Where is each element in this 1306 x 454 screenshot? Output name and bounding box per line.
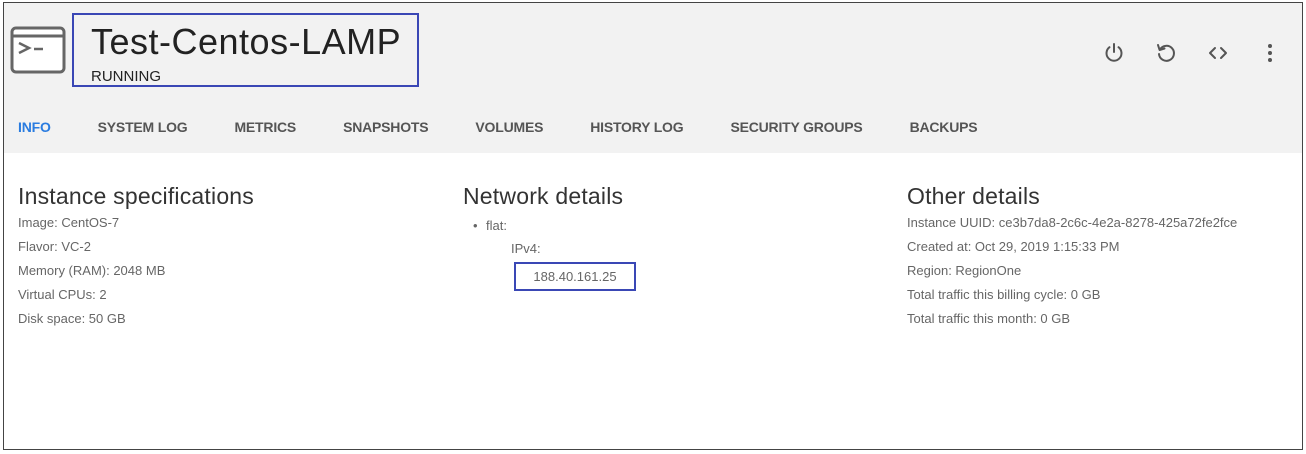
instance-status: RUNNING — [91, 68, 161, 85]
tab-metrics[interactable]: METRICS — [234, 119, 296, 135]
console-button[interactable] — [1204, 39, 1232, 67]
tab-backups[interactable]: BACKUPS — [910, 119, 978, 135]
detail-uuid: Instance UUID: ce3b7da8-2c6c-4e2a-8278-4… — [907, 215, 1238, 230]
detail-created-at: Created at: Oct 29, 2019 1:15:33 PM — [907, 239, 1120, 254]
tab-history-log[interactable]: HISTORY LOG — [590, 119, 683, 135]
code-icon — [1209, 47, 1227, 59]
tab-security-groups[interactable]: SECURITY GROUPS — [730, 119, 862, 135]
list-bullet: • — [473, 218, 478, 233]
power-button[interactable] — [1100, 39, 1128, 67]
instance-tabs: INFO SYSTEM LOG METRICS SNAPSHOTS VOLUME… — [18, 119, 1024, 135]
ip-address: 188.40.161.25 — [533, 269, 617, 284]
instance-panel: Test-Centos-LAMP RUNNING INFO SYSTEM LOG… — [3, 2, 1303, 450]
section-heading: Instance specifications — [18, 183, 255, 209]
spec-flavor: Flavor: VC-2 — [18, 239, 91, 254]
ip-address-highlight: 188.40.161.25 — [514, 262, 636, 291]
instance-name: Test-Centos-LAMP — [91, 21, 402, 62]
detail-region: Region: RegionOne — [907, 263, 1022, 278]
spec-memory: Memory (RAM): 2048 MB — [18, 263, 166, 278]
network-item: • flat: IPv4: 188.40.161.25 — [473, 218, 636, 291]
section-heading: Other details — [907, 183, 1040, 209]
instance-header: Test-Centos-LAMP RUNNING INFO SYSTEM LOG… — [4, 3, 1302, 153]
tab-snapshots[interactable]: SNAPSHOTS — [343, 119, 429, 135]
refresh-icon — [1157, 44, 1175, 62]
terminal-window-icon — [10, 26, 66, 74]
more-vertical-icon — [1268, 44, 1272, 62]
detail-traffic-month: Total traffic this month: 0 GB — [907, 311, 1071, 326]
instance-title-highlight: Test-Centos-LAMP RUNNING — [72, 13, 419, 87]
other-details-section: Other details Instance UUID: ce3b7da8-2c… — [907, 183, 1237, 335]
tab-info[interactable]: INFO — [18, 119, 51, 135]
instance-actions — [1100, 39, 1284, 67]
power-icon — [1105, 43, 1123, 62]
spec-vcpus: Virtual CPUs: 2 — [18, 287, 107, 302]
detail-traffic-billing: Total traffic this billing cycle: 0 GB — [907, 287, 1101, 302]
tab-system-log[interactable]: SYSTEM LOG — [98, 119, 188, 135]
ip-family-label: IPv4: — [511, 241, 541, 256]
network-details-section: Network details • flat: IPv4: 188.40.161… — [463, 183, 636, 291]
spec-image: Image: CentOS-7 — [18, 215, 120, 230]
network-name: flat: — [486, 218, 507, 233]
tab-volumes[interactable]: VOLUMES — [475, 119, 543, 135]
instance-specifications-section: Instance specifications Image: CentOS-7 … — [18, 183, 254, 335]
more-button[interactable] — [1256, 39, 1284, 67]
spec-disk: Disk space: 50 GB — [18, 311, 126, 326]
network-list: • flat: IPv4: 188.40.161.25 — [473, 218, 636, 291]
section-heading: Network details — [463, 183, 624, 209]
refresh-button[interactable] — [1152, 39, 1180, 67]
